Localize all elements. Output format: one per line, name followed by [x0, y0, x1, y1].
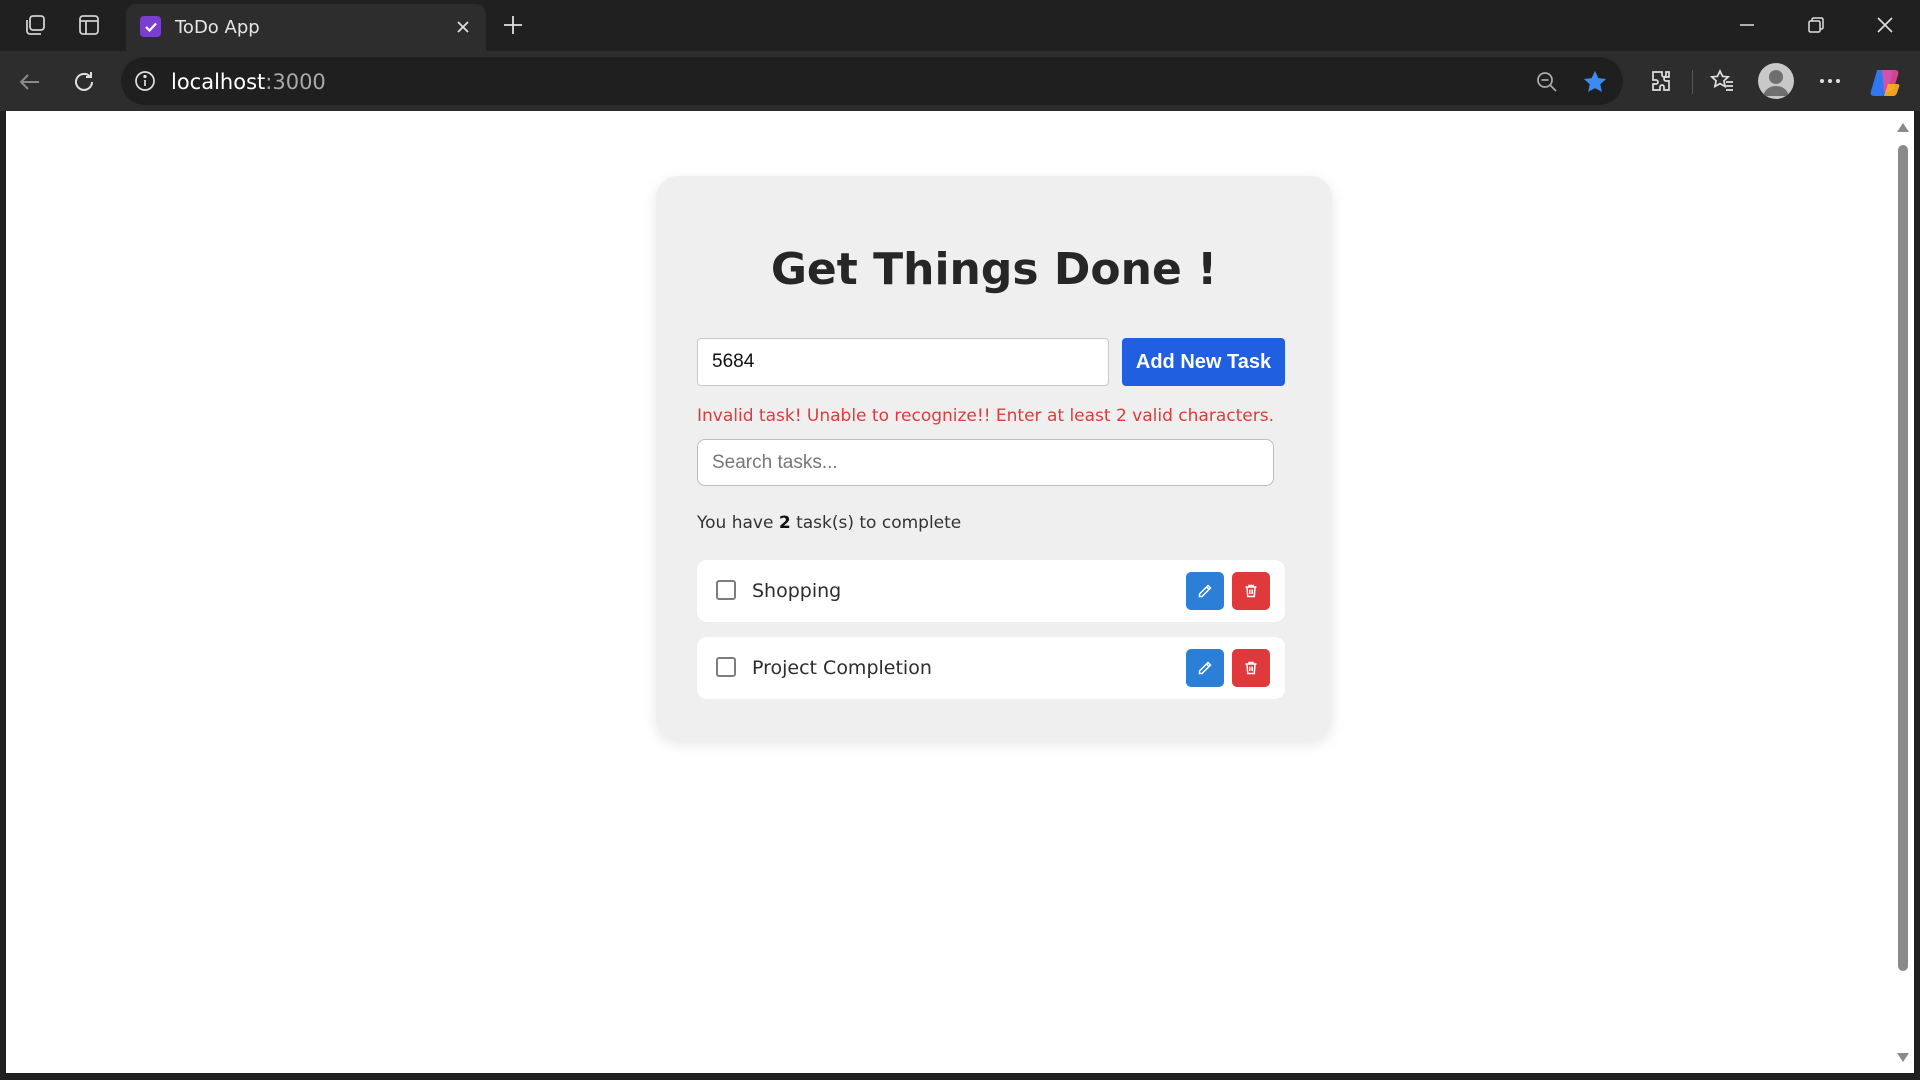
zoom-out-icon[interactable] — [1532, 67, 1562, 97]
edit-task-button[interactable] — [1186, 572, 1224, 610]
browser-tab[interactable]: ToDo App — [126, 4, 486, 51]
vertical-scrollbar[interactable] — [1892, 111, 1914, 1073]
tab-title: ToDo App — [175, 17, 260, 38]
copilot-icon[interactable] — [1867, 63, 1903, 99]
browser-toolbar: localhost:3000 — [0, 51, 1920, 111]
new-task-input[interactable] — [697, 338, 1109, 386]
favorites-icon[interactable] — [1704, 63, 1740, 99]
restore-icon[interactable] — [1798, 8, 1834, 42]
refresh-icon[interactable] — [67, 65, 101, 99]
window-bottom-edge — [0, 1073, 1920, 1080]
scroll-down-arrow-icon[interactable] — [1897, 1053, 1909, 1062]
task-label: Shopping — [752, 580, 842, 602]
delete-task-button[interactable] — [1232, 649, 1270, 687]
error-message: Invalid task! Unable to recognize!! Ente… — [697, 406, 1274, 426]
back-icon[interactable] — [13, 65, 47, 99]
task-checkbox[interactable] — [716, 580, 736, 600]
task-item: Project Completion — [697, 637, 1285, 699]
more-options-icon[interactable] — [1812, 63, 1848, 99]
trash-icon — [1245, 661, 1257, 675]
todo-card: Get Things Done ! Add New Task Invalid t… — [656, 176, 1332, 740]
add-new-task-button[interactable]: Add New Task — [1122, 338, 1285, 386]
count-suffix: task(s) to complete — [796, 513, 962, 533]
url-text: localhost:3000 — [171, 70, 326, 94]
address-bar[interactable]: localhost:3000 — [121, 57, 1623, 105]
count-prefix: You have — [697, 513, 774, 533]
delete-task-button[interactable] — [1232, 572, 1270, 610]
tab-bar: ToDo App — [0, 0, 1920, 51]
page-viewport: Get Things Done ! Add New Task Invalid t… — [6, 111, 1892, 1073]
task-item: Shopping — [697, 560, 1285, 622]
task-checkbox[interactable] — [716, 657, 736, 677]
pencil-icon — [1198, 661, 1212, 675]
tab-actions-icon[interactable] — [74, 10, 104, 40]
close-icon[interactable] — [450, 14, 476, 40]
window-close-icon[interactable] — [1867, 8, 1903, 42]
checkbox-icon — [140, 16, 161, 37]
scrollbar-thumb[interactable] — [1898, 145, 1908, 971]
task-count-value: 2 — [778, 513, 791, 533]
new-tab-icon[interactable] — [497, 9, 529, 41]
workspaces-icon[interactable] — [20, 10, 50, 40]
task-count-text: You have 2 task(s) to complete — [697, 513, 961, 533]
extensions-icon[interactable] — [1643, 63, 1679, 99]
page-title: Get Things Done ! — [770, 244, 1218, 295]
pencil-icon — [1198, 584, 1212, 598]
site-info-icon[interactable] — [133, 69, 157, 93]
minimize-icon[interactable] — [1729, 8, 1765, 42]
edit-task-button[interactable] — [1186, 649, 1224, 687]
toolbar-divider — [1692, 70, 1693, 94]
task-label: Project Completion — [752, 657, 932, 679]
trash-icon — [1245, 584, 1257, 598]
favorite-star-icon[interactable] — [1580, 67, 1610, 97]
search-input[interactable] — [697, 439, 1274, 486]
scroll-up-arrow-icon[interactable] — [1897, 123, 1909, 132]
profile-avatar[interactable] — [1758, 63, 1794, 99]
